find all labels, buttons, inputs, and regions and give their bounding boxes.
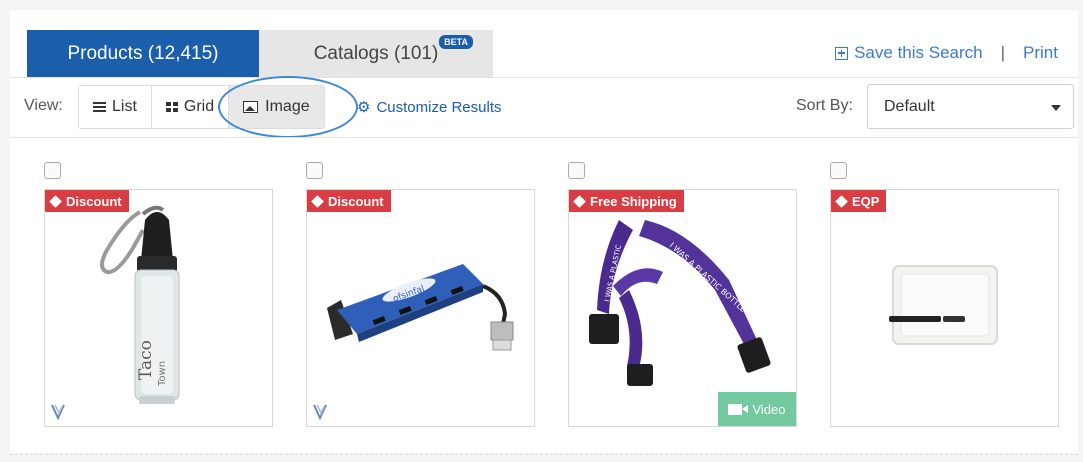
video-button[interactable]: Video (718, 392, 796, 426)
water-bottle-image: Taco Town (100, 205, 180, 404)
tab-catalogs-label: Catalogs (101) (313, 42, 439, 64)
save-search-link[interactable]: Save this Search (835, 43, 983, 63)
svg-text:Town: Town (157, 361, 168, 387)
product-select-checkbox[interactable] (306, 162, 323, 179)
v-logo-icon (313, 404, 327, 420)
usb-hub-image: ofsinfal (327, 264, 514, 351)
product-badge: Free Shipping (569, 190, 684, 212)
customize-results-label: Customize Results (376, 98, 502, 116)
product-image-card[interactable]: ofsinfal Discount (306, 189, 535, 427)
tab-catalogs[interactable]: Catalogs (101) BETA (259, 30, 493, 77)
tab-products-label: Products (12,415) (67, 42, 219, 64)
gear-icon: ⚙ (357, 99, 371, 116)
sort-value: Default (884, 97, 935, 115)
list-icon (93, 102, 106, 112)
results-tabs: Products (12,415) Catalogs (101) BETA (27, 30, 493, 77)
tab-divider (10, 77, 1078, 78)
product-image-card[interactable]: Taco Town Discount (44, 189, 273, 427)
product-badge: EQP (831, 190, 887, 212)
product-image-card[interactable]: EQP (830, 189, 1059, 427)
image-icon (243, 101, 259, 113)
top-links: Save this Search | Print (835, 43, 1058, 63)
tag-icon (311, 194, 324, 208)
view-image-button[interactable]: Image (229, 86, 324, 128)
beta-badge: BETA (439, 35, 473, 49)
product-image-card[interactable]: I WAS A PLASTIC BOTTLE I WAS A PLASTIC F… (568, 189, 797, 427)
view-label: View: (24, 97, 63, 114)
product-select-checkbox[interactable] (44, 162, 61, 179)
view-list-button[interactable]: List (79, 86, 152, 128)
link-separator: | (1000, 43, 1006, 62)
view-list-label: List (112, 98, 137, 115)
view-grid-button[interactable]: Grid (151, 86, 230, 128)
tag-icon (835, 194, 848, 208)
view-toggle-group: List Grid Image (78, 85, 325, 129)
tag-icon (573, 194, 586, 208)
print-link[interactable]: Print (1023, 43, 1058, 63)
svg-text:I WAS A PLASTIC BOTTLE: I WAS A PLASTIC BOTTLE (668, 241, 748, 314)
video-label: Video (752, 401, 786, 417)
results-bottom-divider (10, 454, 1078, 455)
plus-square-icon (835, 46, 849, 60)
badge-label: EQP (852, 193, 880, 209)
customize-results-link[interactable]: ⚙ Customize Results (357, 98, 502, 117)
chevron-down-icon (1051, 105, 1061, 111)
tag-icon (49, 194, 62, 208)
tab-products[interactable]: Products (12,415) (27, 30, 259, 77)
product-badge: Discount (307, 190, 391, 212)
svg-text:Taco: Taco (136, 340, 156, 380)
video-camera-icon (728, 403, 749, 415)
search-results-panel: Products (12,415) Catalogs (101) BETA Sa… (10, 10, 1078, 455)
product-select-checkbox[interactable] (830, 162, 847, 179)
sort-label: Sort By: (796, 97, 853, 114)
badge-label: Discount (66, 193, 122, 209)
toolbar-divider (10, 137, 1078, 138)
badge-label: Discount (328, 193, 384, 209)
sort-select[interactable]: Default (867, 84, 1074, 129)
v-logo-icon (51, 404, 65, 420)
save-search-label: Save this Search (854, 43, 983, 62)
view-image-label: Image (265, 98, 310, 115)
badge-holder-image (889, 265, 998, 345)
badge-label: Free Shipping (590, 193, 677, 209)
product-select-checkbox[interactable] (568, 162, 585, 179)
product-badge: Discount (45, 190, 129, 212)
grid-icon (165, 102, 178, 112)
view-grid-label: Grid (183, 98, 215, 115)
